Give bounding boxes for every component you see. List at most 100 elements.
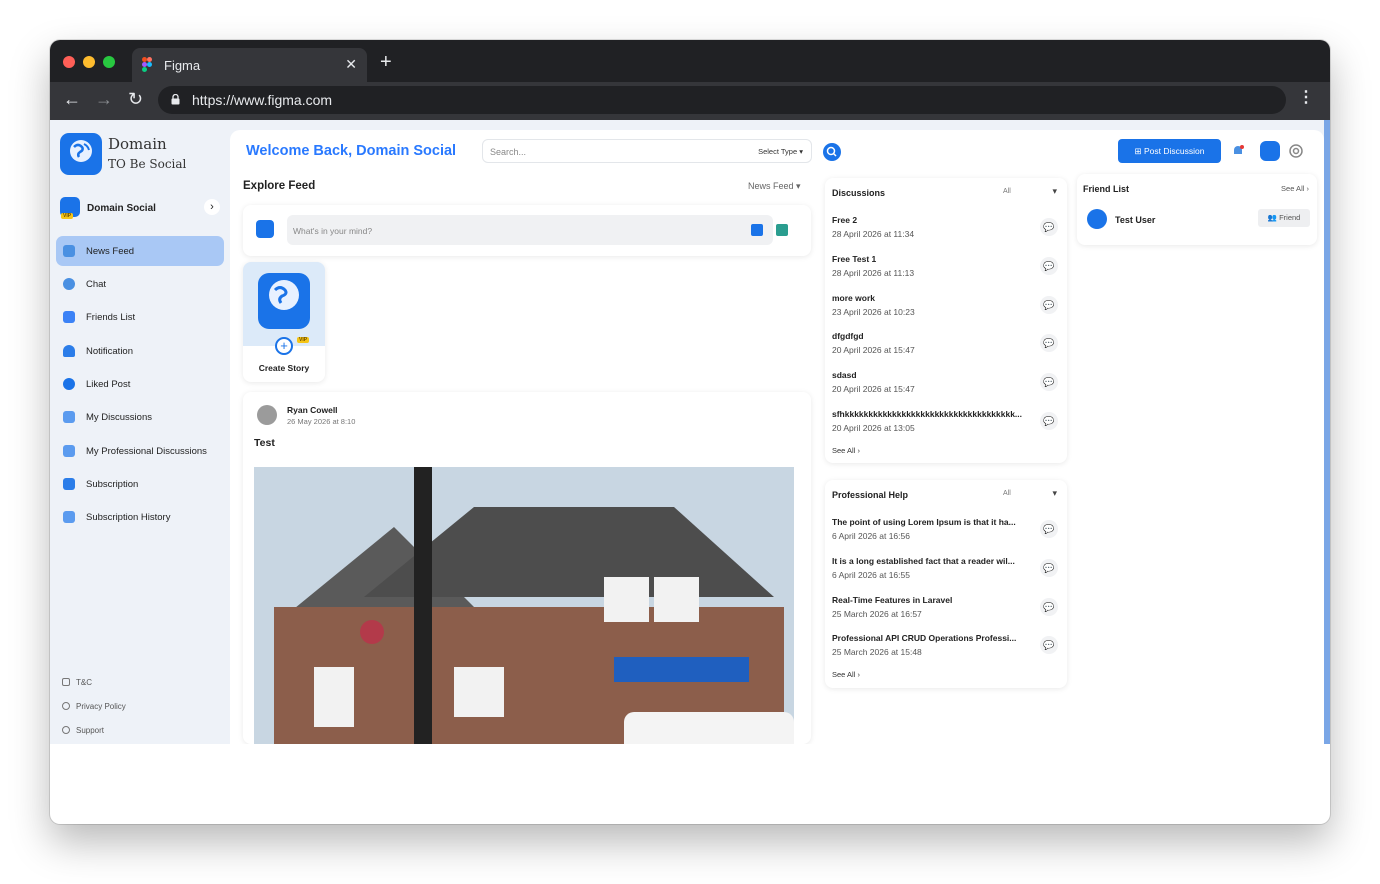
- item-title: sfhkkkkkkkkkkkkkkkkkkkkkkkkkkkkkkkkkkkk.…: [832, 409, 1023, 419]
- sidebar-item-subscription-history[interactable]: Subscription History: [56, 502, 224, 532]
- comment-icon[interactable]: 💬: [1040, 373, 1058, 391]
- search-button[interactable]: [823, 143, 841, 161]
- bell-icon[interactable]: [1230, 143, 1246, 159]
- comment-icon[interactable]: 💬: [1040, 218, 1058, 236]
- list-item[interactable]: Real-Time Features in Laravel 25 March 2…: [832, 595, 1062, 629]
- video-icon[interactable]: [751, 224, 763, 236]
- professional-help-filter[interactable]: All: [1003, 490, 1011, 497]
- list-item[interactable]: Professional API CRUD Operations Profess…: [832, 633, 1062, 667]
- list-item[interactable]: Free 2 28 April 2026 at 11:34 💬: [832, 215, 1062, 249]
- see-all-link[interactable]: See All ›: [832, 446, 860, 455]
- see-all-link[interactable]: See All ›: [832, 670, 860, 679]
- footer-link-privacy[interactable]: Privacy Policy: [62, 702, 126, 711]
- sidebar-item-notification[interactable]: Notification: [56, 336, 224, 366]
- list-item[interactable]: more work 23 April 2026 at 10:23 💬: [832, 293, 1062, 327]
- avatar[interactable]: [1087, 209, 1107, 229]
- list-item[interactable]: sfhkkkkkkkkkkkkkkkkkkkkkkkkkkkkkkkkkkkk.…: [832, 409, 1062, 443]
- create-story-card[interactable]: VIP + Create Story: [243, 262, 325, 382]
- footer-link-tc[interactable]: T&C: [62, 678, 92, 687]
- sidebar-item-friends-list[interactable]: Friends List: [56, 302, 224, 332]
- sidebar-item-label: Friends List: [86, 312, 136, 323]
- sidebar-item-my-professional-discussions[interactable]: My Professional Discussions: [56, 436, 224, 466]
- gear-icon[interactable]: [1288, 143, 1304, 159]
- item-time: 25 March 2026 at 15:48: [832, 647, 922, 657]
- item-title: Free Test 1: [832, 254, 877, 264]
- user-avatar-icon[interactable]: [257, 405, 277, 425]
- main-panel: Welcome Back, Domain Social Search... Se…: [230, 130, 1324, 744]
- feed-selector[interactable]: News Feed ▾: [748, 181, 801, 192]
- footer-link-label: Support: [76, 726, 105, 735]
- post-author[interactable]: Ryan Cowell: [287, 405, 338, 415]
- select-type-label: Select Type: [758, 147, 798, 156]
- list-item[interactable]: Free Test 1 28 April 2026 at 11:13 💬: [832, 254, 1062, 288]
- sidebar-item-my-discussions[interactable]: My Discussions: [56, 402, 224, 432]
- discussions-panel: Discussions All ▾ Free 2 28 April 2026 a…: [825, 178, 1067, 463]
- see-all-label: See All: [832, 670, 856, 679]
- see-all-label: See All: [832, 446, 856, 455]
- comment-icon[interactable]: 💬: [1040, 334, 1058, 352]
- avatar[interactable]: [1260, 141, 1280, 161]
- sidebar-item-subscription[interactable]: Subscription: [56, 469, 224, 499]
- footer-link-support[interactable]: Support: [62, 726, 104, 735]
- brand-line-1: Domain: [108, 135, 167, 153]
- post-discussion-button[interactable]: ⊞ Post Discussion: [1118, 139, 1221, 163]
- vip-badge: VIP: [297, 337, 310, 343]
- list-item[interactable]: The point of using Lorem Ipsum is that i…: [832, 517, 1062, 551]
- sidebar-item-news-feed[interactable]: News Feed: [56, 236, 224, 266]
- caret-down-icon[interactable]: ▾: [1052, 186, 1057, 197]
- post-card: Ryan Cowell 26 May 2026 at 8:10 Test: [243, 392, 811, 744]
- sidebar-item-label: My Professional Discussions: [86, 446, 207, 457]
- list-item[interactable]: sdasd 20 April 2026 at 15:47 💬: [832, 370, 1062, 404]
- back-icon[interactable]: ←: [63, 90, 81, 108]
- see-all-link[interactable]: See All ›: [1281, 184, 1309, 193]
- see-all-label: See All: [1281, 184, 1305, 193]
- globe-icon: [269, 280, 299, 310]
- search-input[interactable]: Search... Select Type ▾: [482, 139, 812, 163]
- list-item[interactable]: dfgdfgd 20 April 2026 at 15:47 💬: [832, 331, 1062, 365]
- comment-icon[interactable]: 💬: [1040, 598, 1058, 616]
- sidebar-item-chat[interactable]: Chat: [56, 269, 224, 299]
- browser-menu-icon[interactable]: ⋮: [1298, 90, 1314, 106]
- reload-icon[interactable]: ↻: [128, 90, 143, 108]
- item-title: Professional API CRUD Operations Profess…: [832, 633, 1017, 643]
- create-story-label: Create Story: [258, 363, 310, 373]
- maximize-window-button[interactable]: [103, 56, 115, 68]
- comment-icon[interactable]: 💬: [1040, 636, 1058, 654]
- comment-icon[interactable]: 💬: [1040, 559, 1058, 577]
- item-title: more work: [832, 293, 875, 303]
- select-type-dropdown[interactable]: Select Type ▾: [758, 147, 803, 156]
- comment-icon[interactable]: 💬: [1040, 296, 1058, 314]
- welcome-name: Domain Social: [356, 143, 457, 159]
- image-icon[interactable]: [776, 224, 788, 236]
- shield-icon: [62, 702, 70, 710]
- globe-icon: [70, 140, 92, 162]
- post-image[interactable]: [254, 467, 794, 744]
- discussions-filter[interactable]: All: [1003, 188, 1011, 195]
- brand-logo: [258, 273, 310, 329]
- sidebar-item-label: Liked Post: [86, 379, 131, 390]
- tab-close-icon[interactable]: ✕: [345, 56, 357, 73]
- chevron-right-icon[interactable]: ›: [204, 199, 220, 215]
- add-story-icon[interactable]: +: [275, 337, 293, 355]
- caret-down-icon[interactable]: ▾: [1052, 488, 1057, 499]
- comment-icon[interactable]: 💬: [1040, 257, 1058, 275]
- thumbs-up-icon: [63, 378, 75, 390]
- discussion-icon: [63, 445, 75, 457]
- minimize-window-button[interactable]: [83, 56, 95, 68]
- forward-icon[interactable]: →: [95, 90, 113, 108]
- browser-tab[interactable]: Figma ✕: [132, 48, 367, 82]
- composer-input[interactable]: What's in your mind?: [287, 215, 788, 245]
- profile-switcher[interactable]: VIP Domain Social ›: [56, 194, 224, 224]
- address-bar[interactable]: https://www.figma.com: [158, 86, 1286, 114]
- sidebar-item-liked-post[interactable]: Liked Post: [56, 369, 224, 399]
- close-window-button[interactable]: [63, 56, 75, 68]
- post-discussion-label: Post Discussion: [1144, 146, 1205, 156]
- friend-button[interactable]: 👥 Friend: [1258, 209, 1310, 227]
- new-tab-button[interactable]: +: [380, 52, 392, 72]
- friend-name[interactable]: Test User: [1115, 215, 1155, 225]
- list-item[interactable]: It is a long established fact that a rea…: [832, 556, 1062, 590]
- comment-icon[interactable]: 💬: [1040, 520, 1058, 538]
- sidebar-item-label: Subscription: [86, 479, 139, 490]
- brand-logo[interactable]: [60, 133, 102, 175]
- comment-icon[interactable]: 💬: [1040, 412, 1058, 430]
